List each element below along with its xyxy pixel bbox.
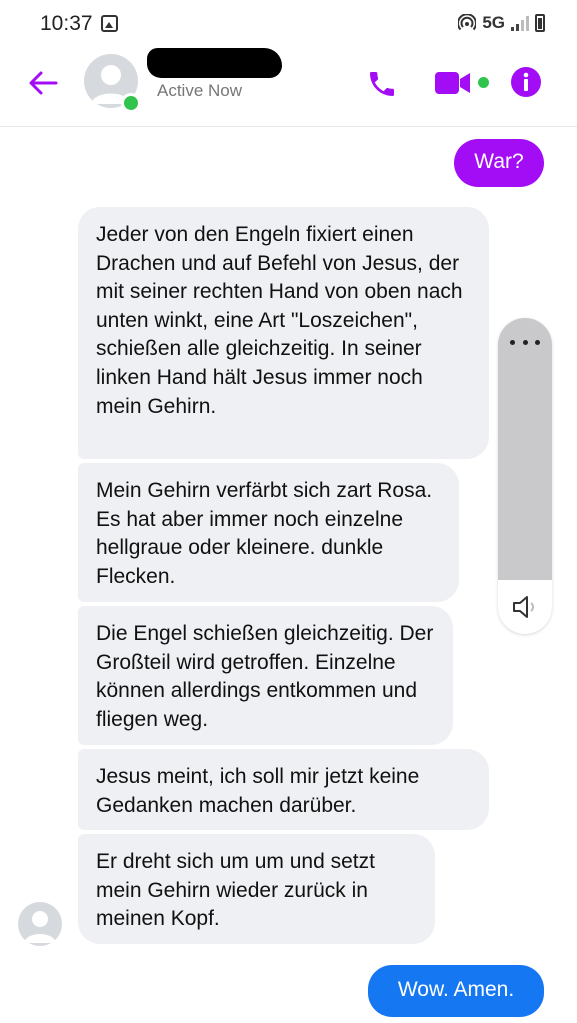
online-status-dot [121,93,141,113]
incoming-message-bubble[interactable]: Jeder von den Engeln fixiert einen Drach… [78,207,489,459]
phone-call-icon[interactable] [366,68,398,100]
incoming-message-bubble[interactable]: Mein Gehirn verfärbt sich zart Rosa. Es … [78,463,459,602]
incoming-message-bubble[interactable]: Die Engel schießen gleichzeitig. Der Gro… [78,606,453,745]
info-icon[interactable] [510,66,542,98]
sender-avatar[interactable] [18,902,62,946]
status-time: 10:37 [40,12,93,35]
video-call-icon[interactable] [435,70,473,96]
outgoing-message-bubble[interactable]: Wow. Amen. [368,965,544,1017]
message-thread[interactable]: War? Jeder von den Engeln fixiert einen … [0,127,577,1023]
conversation-header: Active Now [0,48,577,127]
more-options-icon[interactable] [510,340,540,346]
video-active-dot [478,77,489,88]
hotspot-icon [458,14,477,31]
contact-name-redacted [147,48,282,78]
battery-icon [535,14,545,32]
image-notification-icon [101,15,118,32]
person-silhouette-icon [24,911,56,943]
outgoing-message-bubble[interactable]: War? [454,139,544,187]
volume-button[interactable] [498,580,552,634]
incoming-message-bubble[interactable]: Jesus meint, ich soll mir jetzt keine Ge… [78,749,489,830]
speaker-icon [513,596,534,618]
status-right: 5G [458,13,545,33]
back-arrow-icon[interactable] [26,68,60,98]
presence-status: Active Now [157,81,243,100]
signal-icon [511,15,529,31]
network-type: 5G [482,13,505,32]
status-bar: 10:37 5G [0,0,577,48]
volume-side-panel[interactable] [498,318,552,634]
incoming-message-bubble[interactable]: Er dreht sich um um und setzt mein Gehir… [78,834,435,944]
